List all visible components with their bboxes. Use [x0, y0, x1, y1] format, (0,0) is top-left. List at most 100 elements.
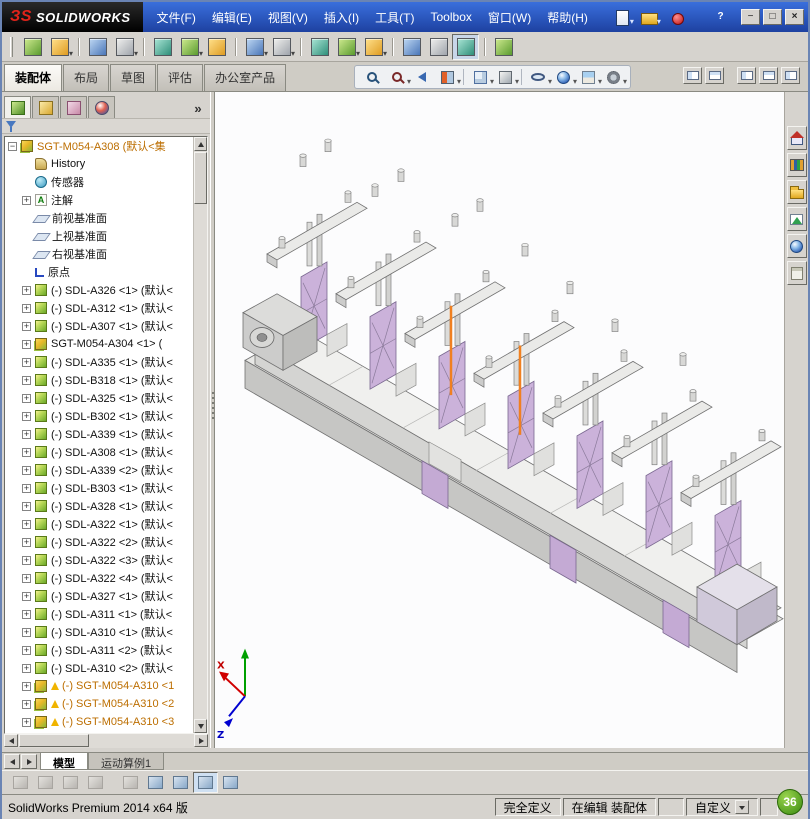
display-pane-right-button[interactable]	[759, 67, 778, 84]
toolbar-grip[interactable]	[10, 36, 13, 57]
expand-icon[interactable]	[22, 699, 31, 709]
mate-button[interactable]	[78, 34, 111, 60]
menu-insert[interactable]: 插入(I)	[316, 2, 367, 32]
menu-window[interactable]: 窗口(W)	[480, 2, 539, 32]
smart-fasteners-button[interactable]	[143, 34, 176, 60]
filter-vertices-button[interactable]	[33, 772, 58, 793]
zoom-to-fit-button[interactable]	[360, 67, 384, 87]
maximize-button[interactable]	[763, 9, 782, 25]
expand-icon[interactable]	[22, 717, 31, 727]
tree-filter-bar[interactable]	[2, 118, 210, 134]
expand-icon[interactable]	[22, 555, 31, 565]
bill-of-materials-button[interactable]	[333, 34, 360, 60]
tree-item-component[interactable]: (-) SDL-A328 <1> (默认<	[5, 497, 193, 515]
expand-icon[interactable]	[22, 591, 31, 601]
tree-item-component[interactable]: (-) SGT-M054-A310 <1	[5, 677, 193, 695]
expand-icon[interactable]	[22, 411, 31, 421]
scroll-tabs-right-button[interactable]	[21, 754, 37, 769]
expand-icon[interactable]	[22, 519, 31, 529]
menu-tools[interactable]: 工具(T)	[367, 2, 422, 32]
tab-sketch[interactable]: 草图	[110, 64, 157, 91]
scroll-up-arrow[interactable]	[194, 137, 207, 151]
expand-icon[interactable]	[22, 321, 31, 331]
expand-icon[interactable]	[22, 357, 31, 367]
dropdown-arrow-icon[interactable]	[735, 800, 749, 814]
help-button[interactable]	[711, 9, 730, 25]
section-display-button[interactable]	[218, 772, 243, 793]
expand-icon[interactable]	[22, 609, 31, 619]
tree-item-origin[interactable]: 原点	[5, 263, 193, 281]
minimize-button[interactable]	[741, 9, 760, 25]
design-library-tab[interactable]	[786, 153, 807, 177]
tab-evaluate[interactable]: 评估	[157, 64, 204, 91]
expand-icon[interactable]	[22, 501, 31, 511]
menu-view[interactable]: 视图(V)	[260, 2, 316, 32]
hide-show-items-button[interactable]	[521, 67, 552, 87]
reference-geometry-button[interactable]	[268, 34, 295, 60]
macro-record-indicator[interactable]	[664, 6, 688, 28]
custom-properties-tab[interactable]	[786, 261, 807, 285]
tree-item-component[interactable]: (-) SDL-A327 <1> (默认<	[5, 587, 193, 605]
tree-item-component[interactable]: (-) SDL-A322 <4> (默认<	[5, 569, 193, 587]
view-palette-tab[interactable]	[786, 207, 807, 231]
expand-icon[interactable]	[22, 483, 31, 493]
tab-assembly[interactable]: 装配体	[4, 64, 63, 91]
scroll-down-arrow[interactable]	[194, 719, 207, 733]
display-states-button[interactable]	[143, 772, 168, 793]
file-explorer-tab[interactable]	[786, 180, 807, 204]
hide-show-display-button[interactable]	[193, 772, 218, 793]
tree-item-component[interactable]: (-) SDL-A308 <1> (默认<	[5, 443, 193, 461]
tree-item-front-plane[interactable]: 前视基准面	[5, 209, 193, 227]
view-settings-button[interactable]	[601, 67, 627, 87]
insert-components-button[interactable]	[46, 34, 73, 60]
external-references-button[interactable]	[484, 34, 517, 60]
view-orientation-button[interactable]	[463, 67, 494, 87]
custom-status-dropdown[interactable]: 自定义	[685, 798, 758, 816]
expand-icon[interactable]	[22, 393, 31, 403]
tree-item-component[interactable]: SGT-M054-A304 <1> (	[5, 335, 193, 353]
tree-item-component[interactable]: (-) SDL-A311 <2> (默认<	[5, 641, 193, 659]
menu-toolbox[interactable]: Toolbox	[423, 2, 480, 32]
menu-file[interactable]: 文件(F)	[149, 2, 204, 32]
new-document-button[interactable]	[610, 6, 634, 28]
panel-flyout-expand-button[interactable]	[188, 98, 208, 118]
tree-item-component[interactable]: (-) SDL-B318 <1> (默认<	[5, 371, 193, 389]
expand-icon[interactable]	[22, 339, 31, 349]
scrollbar-thumb[interactable]	[19, 734, 89, 747]
close-button[interactable]	[785, 9, 804, 25]
edit-appearance-button[interactable]	[551, 67, 577, 87]
expand-icon[interactable]	[22, 627, 31, 637]
new-motion-study-button[interactable]	[300, 34, 333, 60]
expand-icon[interactable]	[22, 429, 31, 439]
expand-icon[interactable]	[22, 195, 31, 205]
propertymanager-tab[interactable]	[32, 96, 59, 118]
open-document-button[interactable]	[637, 6, 661, 28]
configurationmanager-tab[interactable]	[60, 96, 87, 118]
quick-snaps-button[interactable]	[118, 772, 143, 793]
scrollbar-thumb[interactable]	[194, 152, 207, 204]
tab-layout[interactable]: 布局	[63, 64, 110, 91]
tree-item-component[interactable]: (-) SDL-A335 <1> (默认<	[5, 353, 193, 371]
expand-icon[interactable]	[22, 537, 31, 547]
tree-item-component[interactable]: (-) SDL-B302 <1> (默认<	[5, 407, 193, 425]
exploded-view-button[interactable]	[360, 34, 387, 60]
expand-icon[interactable]	[22, 447, 31, 457]
status-help[interactable]	[760, 798, 778, 816]
tree-item-component[interactable]: (-) SDL-A322 <2> (默认<	[5, 533, 193, 551]
tree-item-component[interactable]: (-) SDL-A311 <1> (默认<	[5, 605, 193, 623]
expand-icon[interactable]	[22, 285, 31, 295]
tree-item-right-plane[interactable]: 右视基准面	[5, 245, 193, 263]
expand-icon[interactable]	[22, 303, 31, 313]
apply-scene-button[interactable]	[576, 67, 602, 87]
tree-horizontal-scrollbar[interactable]	[4, 734, 208, 748]
tree-item-component[interactable]: (-) SDL-B303 <1> (默认<	[5, 479, 193, 497]
expand-icon[interactable]	[22, 681, 31, 691]
previous-view-button[interactable]	[410, 67, 434, 87]
appearance-display-button[interactable]	[168, 772, 193, 793]
tree-item-component[interactable]: (-) SGT-M054-A310 <3	[5, 713, 193, 731]
appearances-scenes-tab[interactable]	[786, 234, 807, 258]
filter-edges-button[interactable]	[58, 772, 83, 793]
tree-item-component[interactable]: (-) SDL-A326 <1> (默认<	[5, 281, 193, 299]
move-component-button[interactable]	[176, 34, 203, 60]
assembly-features-button[interactable]	[235, 34, 268, 60]
